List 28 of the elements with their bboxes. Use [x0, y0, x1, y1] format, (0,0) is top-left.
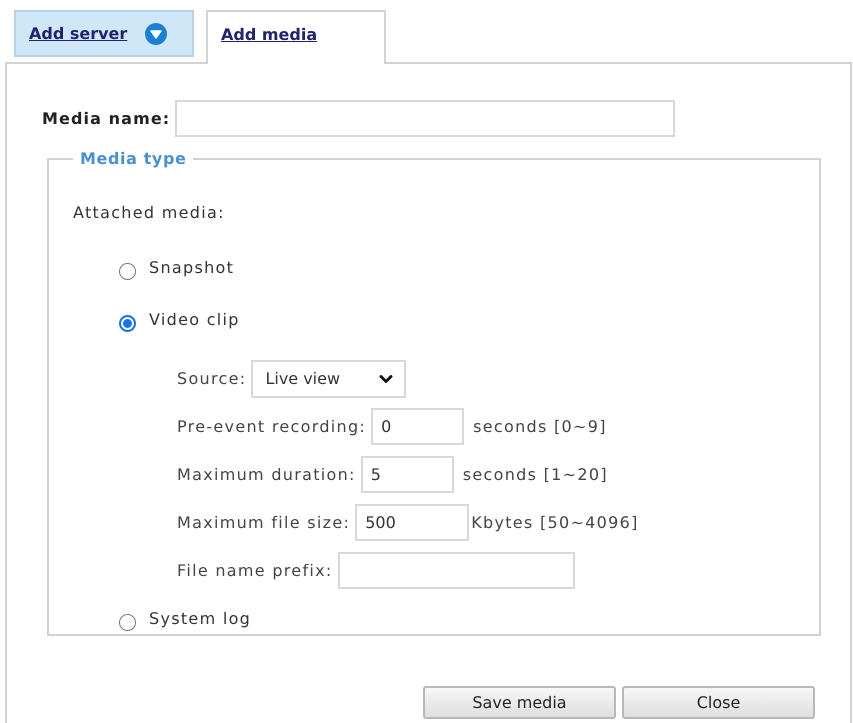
source-dropdown[interactable]: Live view	[251, 360, 406, 398]
tab[interactable]: Add media	[206, 10, 386, 64]
field-label: Maximum file size:	[177, 512, 350, 532]
text-field[interactable]: 500	[355, 504, 470, 541]
radio-button[interactable]	[119, 315, 136, 332]
radio-label[interactable]: Snapshot	[149, 258, 234, 278]
attached-media-label: Attached media:	[73, 203, 225, 223]
field-label: Media name:	[42, 109, 170, 128]
save-button[interactable]: Save media	[423, 686, 616, 719]
text-field[interactable]: 0	[371, 408, 464, 445]
field-label: Pre-event recording:	[177, 416, 366, 436]
radio-button[interactable]	[119, 263, 136, 280]
unit-label: seconds [0~9]	[473, 416, 607, 436]
radio-button[interactable]	[119, 614, 136, 631]
text-field[interactable]	[338, 552, 575, 589]
radio-label[interactable]: System log	[149, 609, 252, 629]
text-field[interactable]: 5	[360, 456, 454, 493]
unit-label: Kbytes [50~4096]	[471, 512, 639, 532]
field-label: Maximum duration:	[177, 464, 356, 484]
down-arrow-circle-icon[interactable]	[145, 22, 168, 44]
field-label: Source:	[177, 368, 246, 388]
group-legend: Media type	[73, 149, 194, 168]
tab[interactable]: Add server	[14, 10, 194, 57]
unit-label: seconds [1~20]	[462, 464, 608, 484]
close-button[interactable]: Close	[622, 686, 815, 719]
radio-label[interactable]: Video clip	[149, 310, 240, 330]
field-label: File name prefix:	[177, 560, 333, 580]
media-name-field[interactable]	[175, 100, 676, 137]
